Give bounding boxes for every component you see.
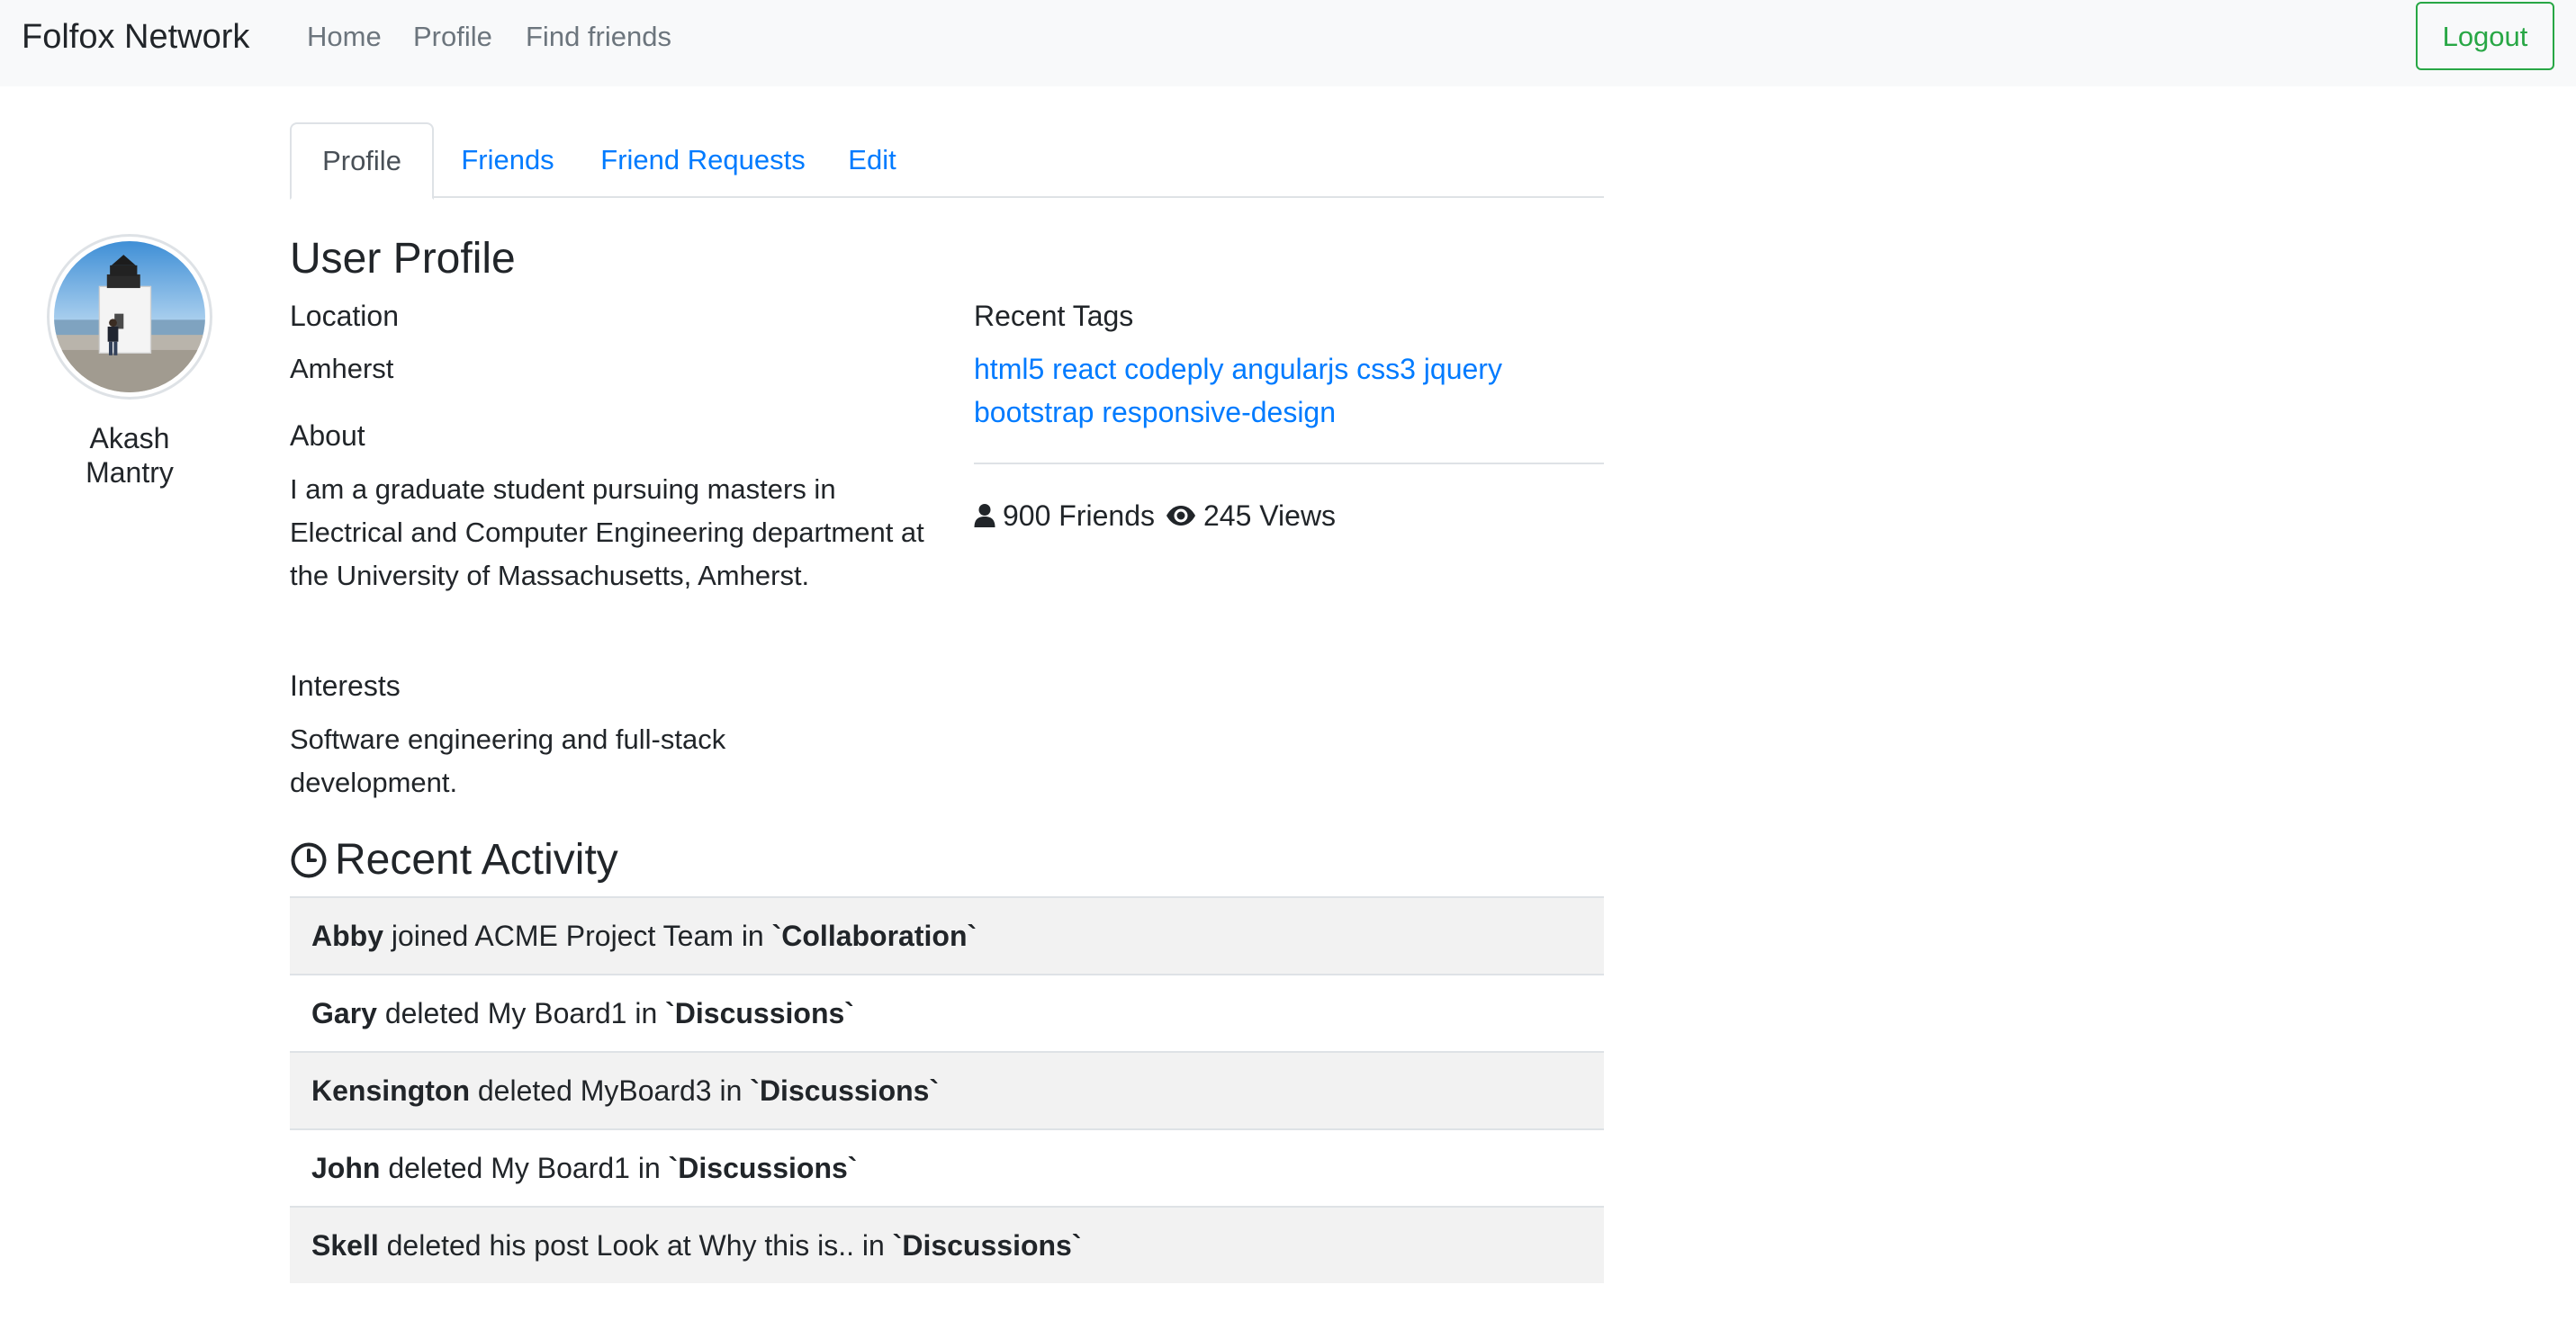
recent-activity-label: Recent Activity: [335, 836, 618, 884]
friends-count: 900 Friends: [1003, 499, 1155, 532]
clock-icon: [291, 842, 327, 878]
tag-codeply[interactable]: codeply: [1124, 353, 1223, 385]
interests-value: Software engineering and full-stack deve…: [290, 723, 726, 798]
activity-action: deleted his post Look at Why this is.. i…: [378, 1229, 893, 1262]
activity-target: `Discussions`: [750, 1074, 940, 1107]
profile-stats: 900 Friends 245 Views: [974, 494, 1336, 537]
brand-link[interactable]: Folfox Network: [22, 16, 249, 58]
tag-react[interactable]: react: [1052, 353, 1116, 385]
avatar-photo: [54, 241, 205, 392]
activity-target: `Discussions`: [668, 1152, 858, 1184]
activity-row: John deleted My Board1 in `Discussions`: [290, 1128, 1604, 1206]
logout-button[interactable]: Logout: [2416, 2, 2554, 70]
navbar: Folfox Network Home Profile Find friends…: [0, 0, 2576, 86]
tag-angularjs[interactable]: angularjs: [1231, 353, 1348, 385]
tab-friend-requests[interactable]: Friend Requests: [585, 122, 821, 198]
tag-html5[interactable]: html5: [974, 353, 1044, 385]
activity-user: Gary: [311, 997, 377, 1029]
tags-divider: [974, 463, 1604, 464]
recent-tags: html5 react codeply angularjs css3 jquer…: [974, 347, 1604, 434]
activity-user: Skell: [311, 1229, 379, 1262]
tag-jquery[interactable]: jquery: [1424, 353, 1502, 385]
location-value: Amherst: [290, 353, 394, 384]
activity-user: Kensington: [311, 1074, 470, 1107]
activity-action: deleted My Board1 in: [376, 997, 666, 1029]
activity-action: joined ACME Project Team in: [383, 920, 772, 952]
page-title: User Profile: [290, 235, 516, 283]
activity-target: `Collaboration`: [771, 920, 977, 952]
views-count: 245 Views: [1202, 499, 1337, 532]
about-value: I am a graduate student pursuing masters…: [290, 473, 924, 591]
location-label: Location: [290, 300, 399, 332]
interests-label: Interests: [290, 669, 401, 702]
user-name: Akash Mantry: [86, 422, 174, 489]
tab-edit[interactable]: Edit: [823, 122, 922, 198]
tag-bootstrap[interactable]: bootstrap: [974, 396, 1094, 428]
avatar: [47, 234, 212, 400]
nav-link-profile[interactable]: Profile: [413, 20, 492, 54]
tag-responsive-design[interactable]: responsive-design: [1102, 396, 1336, 428]
nav-link-home[interactable]: Home: [307, 20, 382, 54]
tab-friends[interactable]: Friends: [434, 122, 581, 198]
activity-target: `Discussions`: [892, 1229, 1082, 1262]
activity-target: `Discussions`: [665, 997, 854, 1029]
activity-action: deleted My Board1 in: [380, 1152, 669, 1184]
user-icon: [974, 504, 995, 527]
nav-link-find-friends[interactable]: Find friends: [526, 20, 671, 54]
activity-user: John: [311, 1152, 381, 1184]
activity-row: Gary deleted My Board1 in `Discussions`: [290, 974, 1604, 1051]
activity-action: deleted MyBoard3 in: [469, 1074, 751, 1107]
tag-css3[interactable]: css3: [1356, 353, 1416, 385]
profile-tabs: Profile Friends Friend Requests Edit: [290, 122, 1604, 200]
activity-row: Skell deleted his post Look at Why this …: [290, 1206, 1604, 1283]
recent-activity-title: Recent Activity: [290, 830, 618, 891]
tab-profile[interactable]: Profile: [290, 122, 434, 200]
activity-row: Kensington deleted MyBoard3 in `Discussi…: [290, 1051, 1604, 1128]
activity-row: Abby joined ACME Project Team in `Collab…: [290, 896, 1604, 974]
eye-icon: [1166, 506, 1195, 526]
recent-tags-label: Recent Tags: [974, 300, 1134, 332]
activity-table: Abby joined ACME Project Team in `Collab…: [290, 896, 1604, 1283]
activity-user: Abby: [311, 920, 383, 952]
about-label: About: [290, 419, 365, 452]
